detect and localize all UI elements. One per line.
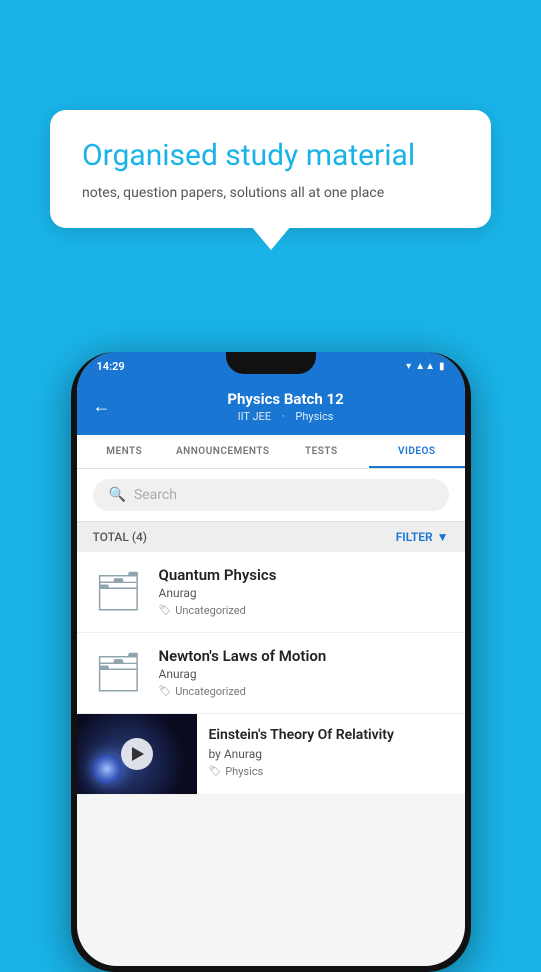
back-button[interactable]: ← (93, 396, 111, 417)
item-author: by Anurag (209, 747, 453, 761)
play-button[interactable] (121, 738, 153, 770)
content-list: 🗂 Quantum Physics Anurag 🏷 Uncategorized… (77, 552, 465, 795)
header-subtitle: IIT JEE · Physics (123, 410, 449, 423)
list-item-video[interactable]: Einstein's Theory Of Relativity by Anura… (77, 714, 465, 795)
tab-announcements[interactable]: ANNOUNCEMENTS (172, 435, 274, 468)
header-subtitle-sep: · (282, 410, 288, 423)
tag-label: Uncategorized (175, 685, 246, 698)
search-placeholder: Search (134, 487, 177, 503)
folder-icon: 🗂 (94, 570, 142, 614)
header-subtitle-part2: Physics (295, 410, 333, 423)
phone-frame: 14:29 ▾ ▲▲ ▮ ← Physics Batch 12 IIT JEE … (71, 352, 471, 972)
filter-label: FILTER (396, 530, 433, 544)
phone-notch (226, 352, 316, 374)
search-icon: 🔍 (109, 487, 126, 503)
thumb-orb (92, 754, 122, 784)
item-author: Anurag (159, 667, 449, 681)
item-info: Newton's Laws of Motion Anurag 🏷 Uncateg… (159, 647, 449, 698)
item-tag: 🏷 Uncategorized (159, 685, 449, 698)
tab-videos[interactable]: VIDEOS (369, 435, 464, 468)
item-author: Anurag (159, 586, 449, 600)
app-header: ← Physics Batch 12 IIT JEE · Physics (77, 380, 465, 435)
bubble-title: Organised study material (82, 138, 459, 174)
tag-icon: 🏷 (159, 686, 172, 697)
header-subtitle-part1: IIT JEE (238, 410, 271, 423)
speech-bubble: Organised study material notes, question… (50, 110, 491, 228)
play-icon (132, 747, 144, 761)
filter-icon: ▼ (437, 530, 449, 544)
wifi-icon: ▾ (406, 361, 411, 372)
item-icon-wrap: 🗂 (93, 647, 145, 699)
list-item[interactable]: 🗂 Quantum Physics Anurag 🏷 Uncategorized (77, 552, 465, 633)
item-tag: 🏷 Uncategorized (159, 604, 449, 617)
status-time: 14:29 (97, 360, 125, 373)
signal-icon: ▲▲ (415, 361, 435, 372)
header-center: Physics Batch 12 IIT JEE · Physics (123, 390, 449, 423)
item-title: Quantum Physics (159, 566, 449, 584)
tab-tests[interactable]: TESTS (274, 435, 369, 468)
filter-bar: TOTAL (4) FILTER ▼ (77, 522, 465, 552)
search-box[interactable]: 🔍 Search (93, 479, 449, 511)
battery-icon: ▮ (439, 361, 445, 372)
thumb-info: Einstein's Theory Of Relativity by Anura… (197, 714, 465, 790)
item-icon-wrap: 🗂 (93, 566, 145, 618)
item-info: Quantum Physics Anurag 🏷 Uncategorized (159, 566, 449, 617)
search-container: 🔍 Search (77, 469, 465, 522)
phone-screen: 14:29 ▾ ▲▲ ▮ ← Physics Batch 12 IIT JEE … (77, 352, 465, 966)
tag-icon: 🏷 (159, 605, 172, 616)
tag-label: Uncategorized (175, 604, 246, 617)
item-tag: 🏷 Physics (209, 765, 453, 778)
folder-icon: 🗂 (94, 651, 142, 695)
item-title: Newton's Laws of Motion (159, 647, 449, 665)
header-title: Physics Batch 12 (123, 390, 449, 408)
total-count: TOTAL (4) (93, 530, 147, 544)
tab-ments[interactable]: MENTS (77, 435, 172, 468)
tag-label: Physics (225, 765, 263, 778)
filter-button[interactable]: FILTER ▼ (396, 530, 449, 544)
item-title: Einstein's Theory Of Relativity (209, 726, 453, 744)
video-thumbnail (77, 714, 197, 794)
tabs-bar: MENTS ANNOUNCEMENTS TESTS VIDEOS (77, 435, 465, 469)
list-item[interactable]: 🗂 Newton's Laws of Motion Anurag 🏷 Uncat… (77, 633, 465, 714)
tag-icon: 🏷 (209, 766, 222, 777)
status-icons: ▾ ▲▲ ▮ (406, 361, 444, 372)
bubble-subtitle: notes, question papers, solutions all at… (82, 184, 459, 204)
